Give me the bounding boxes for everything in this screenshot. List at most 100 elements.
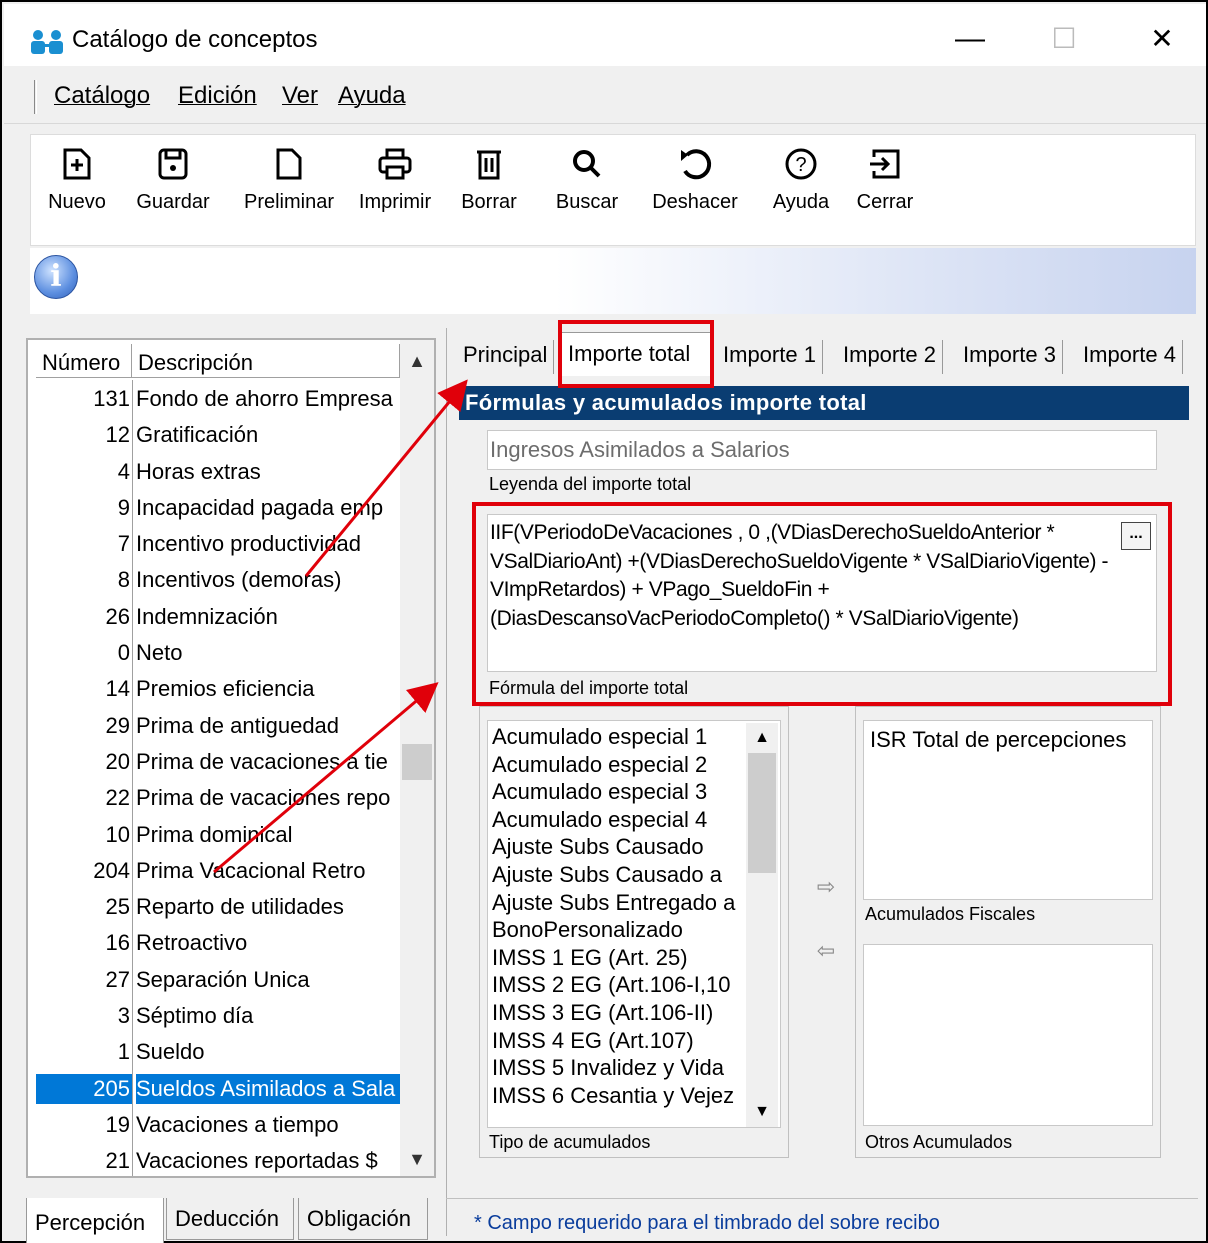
section-title: Fórmulas y acumulados importe total: [459, 386, 1189, 420]
list-row[interactable]: 19 Vacaciones a tiempo: [36, 1106, 400, 1142]
acumulado-item[interactable]: Acumulado especial 4: [492, 806, 744, 834]
column-header-description[interactable]: Descripción: [134, 344, 400, 378]
close-button[interactable]: Cerrar: [849, 147, 921, 243]
acumulado-item[interactable]: Ajuste Subs Causado a: [492, 861, 744, 889]
tab-percepcion[interactable]: Percepción: [26, 1198, 164, 1243]
list-row[interactable]: 21 Vacaciones reportadas $: [36, 1142, 400, 1176]
search-button[interactable]: Buscar: [545, 147, 629, 243]
row-description: Vacaciones a tiempo: [136, 1111, 339, 1137]
add-arrow-icon[interactable]: ⇨: [811, 874, 841, 904]
acumulado-item[interactable]: IMSS 2 EG (Art.106-I,10: [492, 971, 744, 999]
list-row[interactable]: 1 Sueldo: [36, 1033, 400, 1069]
list-row[interactable]: 205 Sueldos Asimilados a Sala: [36, 1070, 400, 1106]
list-row[interactable]: 7 Incentivo productividad: [36, 525, 400, 561]
otros-acumulados-label: Otros Acumulados: [865, 1132, 1013, 1152]
tab-importe-1[interactable]: Importe 1: [717, 340, 823, 374]
menu-edicion[interactable]: Edición: [178, 82, 257, 110]
legend-input[interactable]: Ingresos Asimilados a Salarios: [487, 430, 1157, 470]
list-row[interactable]: 10 Prima dominical: [36, 816, 400, 852]
delete-button[interactable]: Borrar: [453, 147, 525, 243]
acumulados-scrollbar[interactable]: ▲ ▼: [746, 723, 778, 1127]
list-row[interactable]: 204 Prima Vacacional Retro: [36, 852, 400, 888]
row-description: Prima de vacaciones a tie: [136, 748, 388, 774]
list-row[interactable]: 25 Reparto de utilidades: [36, 888, 400, 924]
acumulado-item[interactable]: Acumulado especial 2: [492, 751, 744, 779]
tab-principal[interactable]: Principal: [457, 340, 555, 374]
tool-label: Guardar: [136, 191, 210, 213]
help-button[interactable]: ? Ayuda: [763, 147, 839, 243]
list-row[interactable]: 14 Premios eficiencia: [36, 670, 400, 706]
menu-ver[interactable]: Ver: [282, 82, 318, 110]
save-button[interactable]: Guardar: [125, 147, 221, 243]
scroll-thumb[interactable]: [748, 753, 776, 873]
scroll-thumb[interactable]: [402, 744, 432, 780]
list-scrollbar[interactable]: ▲ ▼: [400, 340, 434, 1176]
tab-obligacion[interactable]: Obligación: [298, 1198, 428, 1240]
acumulado-item[interactable]: IMSS 4 EG (Art.107): [492, 1027, 744, 1055]
row-description: Separación Unica: [136, 966, 310, 992]
acumulado-item[interactable]: BonoPersonalizado: [492, 916, 744, 944]
list-row[interactable]: 131 Fondo de ahorro Empresa: [36, 380, 400, 416]
preview-button[interactable]: Preliminar: [235, 147, 343, 243]
tab-importe-3[interactable]: Importe 3: [957, 340, 1063, 374]
tool-label: Buscar: [555, 191, 619, 213]
scroll-down-icon[interactable]: ▼: [746, 1097, 778, 1127]
print-button[interactable]: Imprimir: [353, 147, 437, 243]
close-window-button[interactable]: ✕: [1132, 14, 1192, 64]
row-number: 27: [105, 966, 130, 992]
acumulado-item[interactable]: IMSS 3 EG (Art.106-II): [492, 999, 744, 1027]
row-description: Prima de antiguedad: [136, 712, 340, 738]
scroll-up-icon[interactable]: ▲: [400, 344, 434, 378]
list-row[interactable]: 26 Indemnización: [36, 598, 400, 634]
list-row[interactable]: 0 Neto: [36, 634, 400, 670]
status-separator: [446, 1198, 1198, 1199]
remove-arrow-icon[interactable]: ⇦: [811, 938, 841, 968]
row-number: 26: [105, 603, 130, 629]
acumulado-item[interactable]: IMSS 5 Invalidez y Vida: [492, 1054, 744, 1082]
required-field-note: * Campo requerido para el timbrado del s…: [474, 1212, 940, 1234]
save-icon: [158, 148, 188, 180]
list-row[interactable]: 4 Horas extras: [36, 453, 400, 489]
acumulado-item[interactable]: IMSS 1 EG (Art. 25): [492, 944, 744, 972]
acumulado-item[interactable]: Ajuste Subs Entregado a: [492, 889, 744, 917]
scroll-up-icon[interactable]: ▲: [746, 723, 778, 753]
row-number: 0: [117, 640, 130, 666]
acumulado-item[interactable]: Ajuste Subs Causado: [492, 833, 744, 861]
acumulado-item[interactable]: IMSS 6 Cesantia y Vejez: [492, 1082, 744, 1110]
tab-importe-4[interactable]: Importe 4: [1077, 340, 1183, 374]
row-number: 25: [105, 894, 130, 920]
row-description: Gratificación: [136, 422, 259, 448]
list-row[interactable]: 16 Retroactivo: [36, 924, 400, 960]
list-row[interactable]: 3 Séptimo día: [36, 997, 400, 1033]
acumulados-fiscales-list[interactable]: ISR Total de percepciones: [863, 720, 1153, 900]
column-header-number[interactable]: Número: [36, 344, 132, 378]
acumulados-list[interactable]: Acumulado especial 1 Acumulado especial 2…: [487, 720, 781, 1128]
concept-list[interactable]: Número Descripción 131 Fondo de ahorro Em…: [26, 338, 436, 1178]
list-row[interactable]: 12 Gratificación: [36, 416, 400, 452]
title-bar: Catálogo de conceptos — ☐ ✕: [4, 4, 1206, 66]
acumulado-item[interactable]: Acumulado especial 1: [492, 723, 744, 751]
undo-button[interactable]: Deshacer: [641, 147, 749, 243]
tool-label: Imprimir: [358, 191, 432, 213]
tab-importe-2[interactable]: Importe 2: [837, 340, 943, 374]
row-number: 16: [105, 930, 130, 956]
menu-catalogo[interactable]: Catálogo: [54, 82, 150, 110]
menu-grip: [34, 80, 37, 114]
maximize-button[interactable]: ☐: [1034, 14, 1094, 64]
list-row[interactable]: 8 Incentivos (demoras): [36, 561, 400, 597]
toolbar: Nuevo Guardar Preliminar Imprimir Borrar…: [30, 134, 1196, 246]
menu-ayuda[interactable]: Ayuda: [338, 82, 406, 110]
list-row[interactable]: 29 Prima de antiguedad: [36, 707, 400, 743]
menu-bar: Catálogo Edición Ver Ayuda: [4, 68, 1206, 124]
list-row[interactable]: 9 Incapacidad pagada emp: [36, 489, 400, 525]
acumulados-fiscales-label: Acumulados Fiscales: [865, 904, 1036, 924]
new-button[interactable]: Nuevo: [41, 147, 113, 243]
tab-deduccion[interactable]: Deducción: [166, 1198, 294, 1240]
acumulado-item[interactable]: Acumulado especial 3: [492, 778, 744, 806]
otros-acumulados-list[interactable]: [863, 944, 1153, 1126]
minimize-button[interactable]: —: [940, 14, 1000, 64]
list-row[interactable]: 22 Prima de vacaciones repo: [36, 779, 400, 815]
scroll-down-icon[interactable]: ▼: [400, 1142, 434, 1176]
list-row[interactable]: 20 Prima de vacaciones a tie: [36, 743, 400, 779]
list-row[interactable]: 27 Separación Unica: [36, 961, 400, 997]
